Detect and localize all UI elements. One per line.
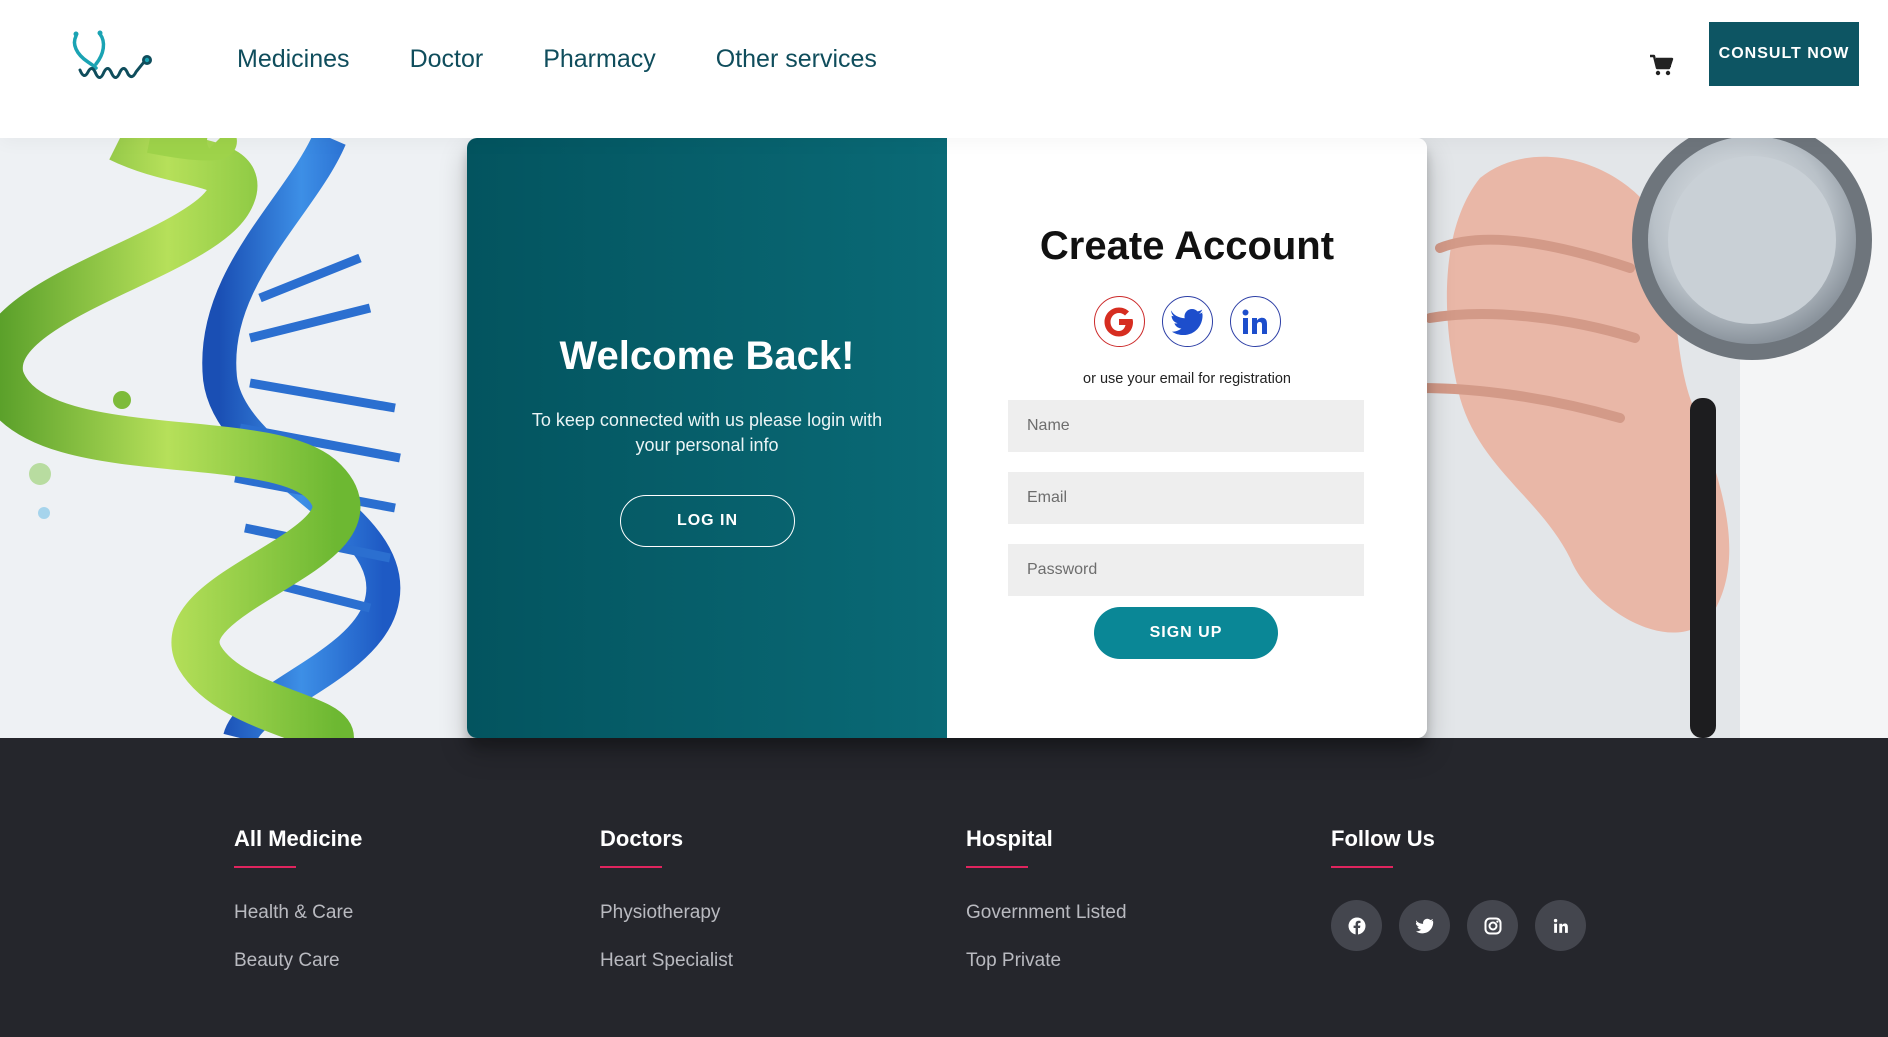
footer-link[interactable]: Beauty Care	[234, 950, 362, 972]
twitter-icon[interactable]	[1161, 296, 1213, 347]
consult-now-button[interactable]: CONSULT NOW	[1709, 22, 1859, 86]
email-input[interactable]	[1008, 472, 1364, 524]
footer-link[interactable]: Heart Specialist	[600, 950, 733, 972]
nav-medicines[interactable]: Medicines	[237, 40, 350, 78]
footer-link[interactable]: Government Listed	[966, 902, 1127, 924]
nav-pharmacy[interactable]: Pharmacy	[543, 40, 656, 78]
google-icon[interactable]	[1093, 296, 1145, 347]
footer-heading: Hospital	[966, 826, 1053, 851]
stethoscope-logo-icon[interactable]	[70, 28, 160, 84]
footer-column-doctors: Doctors Physiotherapy Heart Specialist	[600, 826, 733, 972]
linkedin-icon[interactable]	[1229, 296, 1281, 347]
stethoscope-hand-image	[1415, 138, 1888, 738]
signup-panel: Create Account or use your email for reg…	[947, 138, 1427, 738]
sign-up-button[interactable]: SIGN UP	[1094, 607, 1278, 659]
welcome-panel: Welcome Back! To keep connected with us …	[467, 138, 947, 738]
instagram-icon[interactable]	[1467, 900, 1518, 951]
heading-underline	[600, 866, 662, 868]
dna-helix-image	[0, 138, 470, 738]
footer-column-hospital: Hospital Government Listed Top Private	[966, 826, 1127, 972]
email-registration-note: or use your email for registration	[1083, 371, 1291, 387]
nav-doctor[interactable]: Doctor	[410, 40, 484, 78]
footer-heading: All Medicine	[234, 826, 363, 851]
twitter-icon[interactable]	[1399, 900, 1450, 951]
linkedin-icon[interactable]	[1535, 900, 1586, 951]
site-header: Medicines Doctor Pharmacy Other services…	[0, 0, 1888, 138]
site-footer: All Medicine Health & Care Beauty Care D…	[0, 738, 1888, 1037]
auth-card: Welcome Back! To keep connected with us …	[467, 138, 1427, 738]
heading-underline	[234, 866, 296, 868]
follow-icons-row	[1331, 900, 1586, 951]
nav-other-services[interactable]: Other services	[716, 40, 877, 78]
name-input[interactable]	[1008, 400, 1364, 452]
create-account-title: Create Account	[1039, 224, 1335, 268]
footer-heading: Follow Us	[1331, 826, 1435, 851]
facebook-icon[interactable]	[1331, 900, 1382, 951]
heading-underline	[966, 866, 1028, 868]
heading-underline	[1331, 866, 1393, 868]
social-signup-row	[947, 296, 1427, 347]
login-button[interactable]: LOG IN	[620, 495, 795, 547]
footer-link[interactable]: Physiotherapy	[600, 902, 733, 924]
footer-column-follow-us: Follow Us	[1331, 826, 1586, 951]
footer-link[interactable]: Top Private	[966, 950, 1127, 972]
cart-icon[interactable]	[1648, 53, 1674, 77]
main-nav: Medicines Doctor Pharmacy Other services	[237, 40, 937, 78]
welcome-text: To keep connected with us please login w…	[531, 410, 883, 455]
footer-column-all-medicine: All Medicine Health & Care Beauty Care	[234, 826, 362, 972]
welcome-title: Welcome Back!	[559, 334, 855, 378]
footer-link[interactable]: Health & Care	[234, 902, 362, 924]
footer-heading: Doctors	[600, 826, 684, 851]
password-input[interactable]	[1008, 544, 1364, 596]
